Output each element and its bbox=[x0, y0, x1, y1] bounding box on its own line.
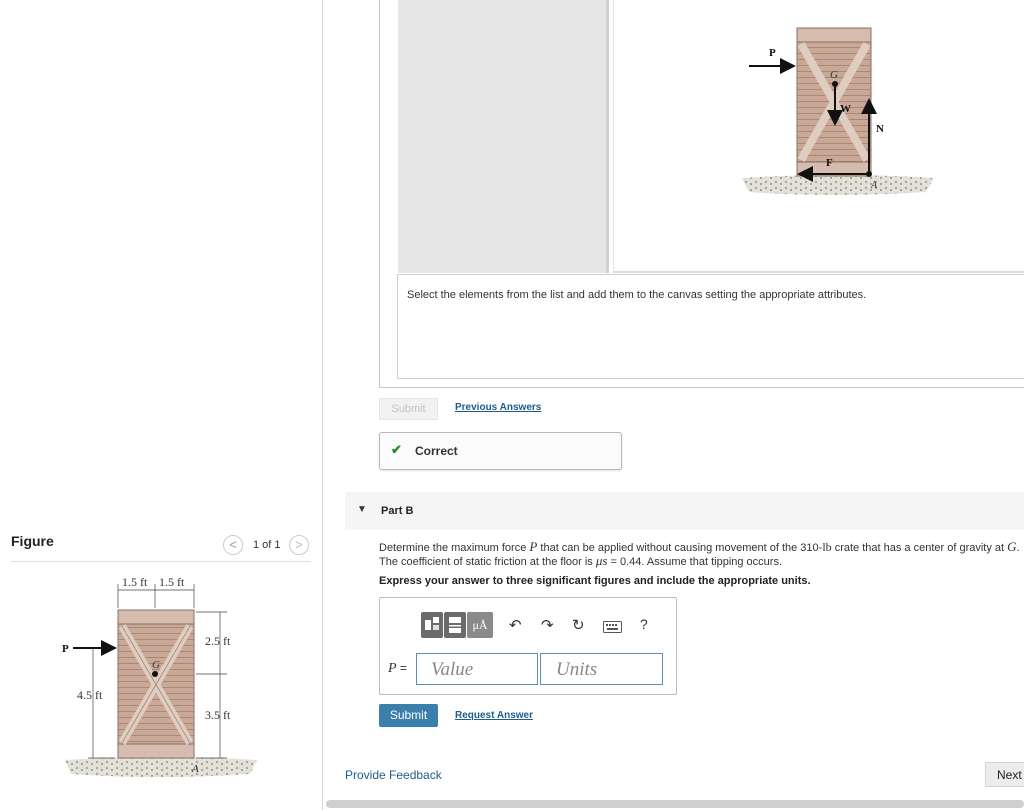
collapse-caret-icon[interactable]: ▼ bbox=[357, 504, 367, 515]
panel-divider bbox=[322, 0, 323, 810]
redo-icon[interactable]: ↷ bbox=[541, 616, 554, 634]
fbd-label-w: W bbox=[840, 103, 851, 115]
drawing-canvas[interactable]: P G W N F A bbox=[613, 0, 1024, 273]
fbd-label-n: N bbox=[876, 123, 884, 135]
dim-top-left: 1.5 ft bbox=[122, 575, 148, 589]
fbd-label-a: A bbox=[870, 180, 878, 191]
feedback-label: Correct bbox=[415, 444, 458, 458]
answer-variable-label: P = bbox=[388, 661, 407, 676]
var-g: G bbox=[1007, 539, 1017, 554]
help-icon[interactable]: ? bbox=[640, 616, 648, 632]
fraction-icon[interactable] bbox=[444, 612, 466, 638]
figure-prev-button[interactable]: < bbox=[223, 535, 243, 555]
label-a: A bbox=[191, 763, 199, 775]
horizontal-scrollbar[interactable] bbox=[326, 800, 1024, 808]
figure-pager: 1 of 1 bbox=[253, 539, 281, 551]
value-input[interactable]: Value bbox=[416, 653, 538, 685]
dim-right-upper: 2.5 ft bbox=[205, 634, 231, 648]
request-answer-link[interactable]: Request Answer bbox=[455, 710, 533, 721]
figure-panel: Figure < 1 of 1 > G A P 1.5 ft 1.5 ft 2.… bbox=[0, 0, 322, 810]
check-icon: ✔ bbox=[391, 442, 402, 457]
answer-instruction: Express your answer to three significant… bbox=[379, 575, 811, 587]
provide-feedback-link[interactable]: Provide Feedback bbox=[345, 768, 442, 782]
figure-next-button[interactable]: > bbox=[289, 535, 309, 555]
label-g: G bbox=[152, 659, 160, 671]
question-text-line-2: The coefficient of static friction at th… bbox=[379, 553, 783, 568]
figure-title: Figure bbox=[11, 533, 54, 549]
part-a-submit-button[interactable]: Submit bbox=[379, 398, 438, 420]
next-button[interactable]: Next bbox=[985, 762, 1024, 787]
templates-icon[interactable] bbox=[421, 612, 443, 638]
units-input[interactable]: Units bbox=[540, 653, 663, 685]
label-p: P bbox=[62, 643, 69, 655]
canvas-instruction: Select the elements from the list and ad… bbox=[407, 289, 867, 301]
var-mu: μs bbox=[595, 553, 608, 568]
fbd-label-f: F bbox=[826, 157, 833, 169]
fbd-label-g: G bbox=[830, 69, 838, 81]
part-b-header[interactable] bbox=[345, 492, 1024, 530]
fbd-ground bbox=[742, 175, 934, 195]
element-palette[interactable] bbox=[398, 0, 609, 273]
reset-icon[interactable]: ↻ bbox=[572, 616, 585, 634]
center-of-gravity-dot bbox=[152, 671, 158, 677]
unit-lb: lb bbox=[822, 540, 832, 554]
figure-divider bbox=[11, 561, 311, 562]
crate-figure-image: G A P 1.5 ft 1.5 ft 2.5 ft 3.5 ft 4.5 ft bbox=[62, 575, 257, 777]
dim-left: 4.5 ft bbox=[77, 688, 103, 702]
fbd-label-p: P bbox=[769, 47, 776, 59]
free-body-diagram: P G W N F A bbox=[742, 27, 934, 195]
ground-shape bbox=[65, 757, 257, 777]
dim-right-lower: 3.5 ft bbox=[205, 708, 231, 722]
units-symbol-icon[interactable]: μÅ bbox=[467, 612, 493, 638]
dim-top-right: 1.5 ft bbox=[159, 575, 185, 589]
part-b-title: Part B bbox=[381, 505, 414, 517]
previous-answers-link[interactable]: Previous Answers bbox=[455, 402, 541, 413]
keyboard-icon[interactable] bbox=[603, 620, 622, 638]
undo-icon[interactable]: ↶ bbox=[509, 616, 522, 634]
submit-button[interactable]: Submit bbox=[379, 704, 438, 727]
